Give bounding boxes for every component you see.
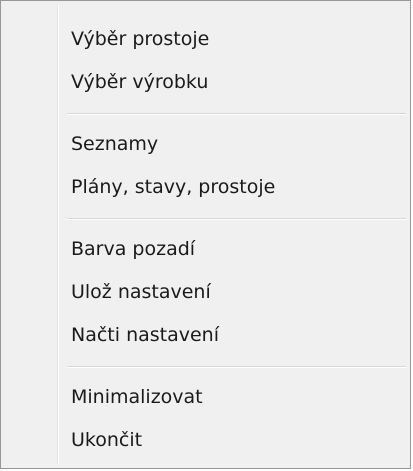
menu-item-minimalizovat[interactable]: Minimalizovat xyxy=(3,376,408,419)
menu-item-nacti-nastaveni[interactable]: Načti nastavení xyxy=(3,314,408,357)
menu-item-uloz-nastaveni[interactable]: Ulož nastavení xyxy=(3,271,408,314)
menu-separator xyxy=(3,104,408,123)
context-menu: Výběr prostoje Výběr výrobku Seznamy Plá… xyxy=(0,0,411,469)
menu-separator xyxy=(3,209,408,228)
menu-item-seznamy[interactable]: Seznamy xyxy=(3,123,408,166)
menu-item-vyber-prostoje[interactable]: Výběr prostoje xyxy=(3,18,408,61)
menu-item-vyber-vyrobku[interactable]: Výběr výrobku xyxy=(3,61,408,104)
menu-items: Výběr prostoje Výběr výrobku Seznamy Plá… xyxy=(3,18,408,462)
menu-item-ukoncit[interactable]: Ukončit xyxy=(3,419,408,462)
menu-item-barva-pozadi[interactable]: Barva pozadí xyxy=(3,228,408,271)
menu-separator xyxy=(3,357,408,376)
menu-item-plany-stavy-prostoje[interactable]: Plány, stavy, prostoje xyxy=(3,166,408,209)
